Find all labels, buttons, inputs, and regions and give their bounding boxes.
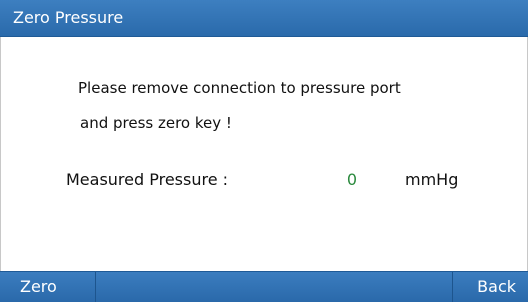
measured-pressure-row: Measured Pressure : 0 mmHg (1, 170, 528, 190)
pressure-unit-label: mmHg (405, 170, 459, 189)
back-button[interactable]: Back (452, 272, 528, 302)
measured-pressure-value: 0 (346, 170, 358, 189)
instruction-line-1: Please remove connection to pressure por… (78, 79, 401, 97)
instruction-line-2: and press zero key ! (80, 114, 232, 132)
zero-button[interactable]: Zero (0, 272, 96, 302)
measured-pressure-label: Measured Pressure : (66, 170, 229, 189)
dialog-body: Please remove connection to pressure por… (0, 37, 528, 271)
softkey-bar: Zero Back (0, 271, 528, 302)
title-bar: Zero Pressure (0, 0, 528, 37)
window-title: Zero Pressure (13, 8, 124, 27)
